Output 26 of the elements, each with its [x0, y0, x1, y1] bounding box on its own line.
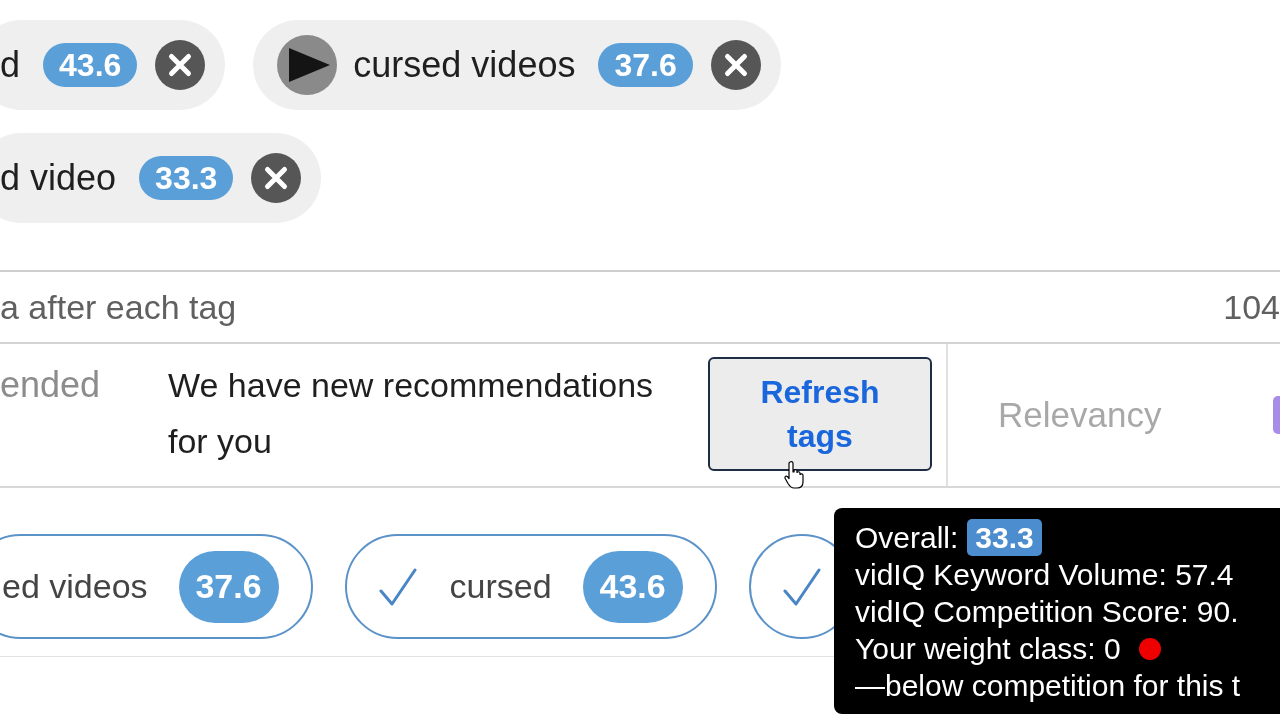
score-badge: 37.6	[598, 43, 693, 87]
refresh-tags-button[interactable]: Refresh tags	[708, 357, 932, 471]
tooltip-text: Overall:	[855, 520, 959, 555]
tooltip-text: —below competition for this t	[855, 668, 1241, 703]
tooltip-text: vidIQ Competition Score: 90.	[855, 594, 1239, 629]
char-count: 104	[1223, 287, 1280, 327]
tooltip-text: vidIQ Keyword Volume: 57.4	[855, 557, 1234, 592]
helper-text: a after each tag	[0, 287, 237, 327]
tag-label: cursed videos	[353, 44, 576, 86]
close-icon[interactable]	[155, 40, 206, 90]
recommended-tag-chip[interactable]: cursed 43.6	[344, 534, 717, 639]
close-icon[interactable]	[710, 40, 761, 90]
rounded-block-icon	[1273, 396, 1280, 434]
tooltip-text: Your weight class: 0	[855, 631, 1121, 666]
recommended-tag-chip[interactable]: ed videos 37.6	[0, 534, 313, 639]
tag-label: d	[0, 44, 21, 86]
score-badge: 43.6	[582, 550, 683, 623]
score-badge: 37.6	[178, 550, 279, 623]
score-badge: 43.6	[43, 43, 138, 87]
tag-label: d video	[0, 157, 117, 199]
close-icon[interactable]	[251, 153, 302, 203]
section-title: ended	[0, 363, 102, 407]
message-text: We have new recommendations for you	[168, 365, 655, 462]
hand-cursor-icon	[784, 461, 804, 489]
score-badge: 33.3	[139, 156, 234, 200]
score-badge: 33.3	[967, 519, 1042, 556]
